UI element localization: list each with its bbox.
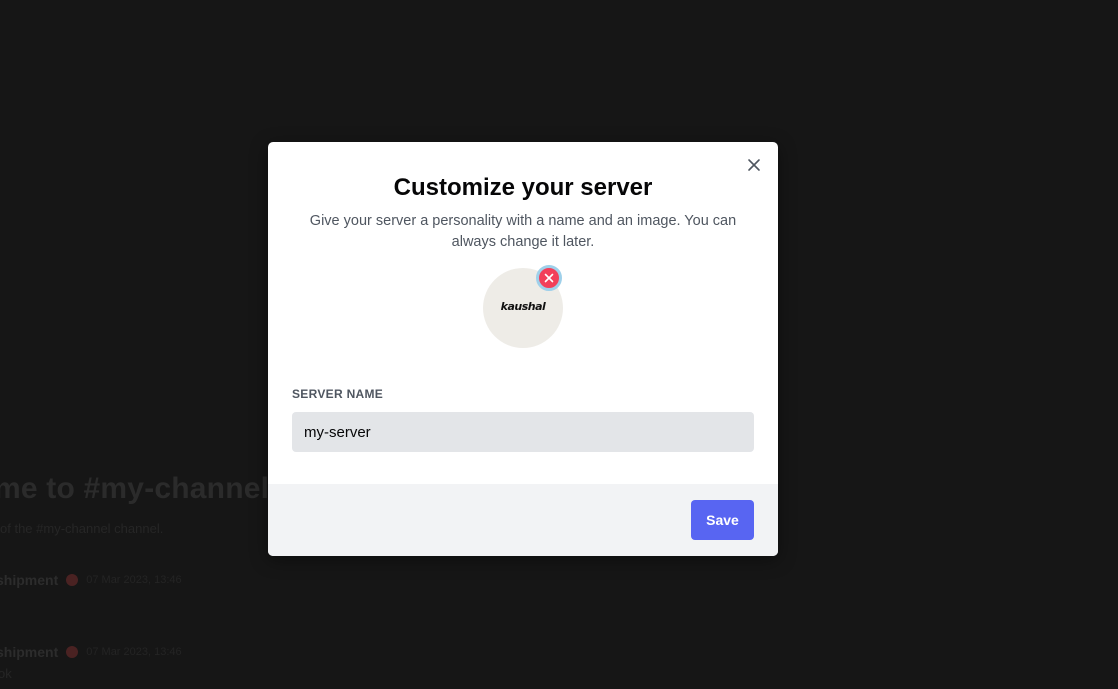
customize-server-modal: Customize your server Give your server a… <box>268 142 778 556</box>
author-badge-icon <box>66 574 79 586</box>
channel-welcome-subtitle: of the #my-channel channel. <box>0 521 164 536</box>
message-timestamp: 07 Mar 2023, 13:46 <box>86 574 182 586</box>
close-icon[interactable] <box>746 157 762 173</box>
server-image-logo: kaushal <box>500 300 546 313</box>
message-author: shipment <box>0 644 59 660</box>
server-name-input[interactable] <box>292 412 754 452</box>
save-button[interactable]: Save <box>691 500 754 540</box>
message-author: shipment <box>0 572 59 588</box>
author-badge-icon <box>66 646 79 658</box>
remove-icon <box>544 273 554 283</box>
channel-welcome-heading: me to #my-channel! <box>0 472 280 505</box>
modal-subtitle: Give your server a personality with a na… <box>309 213 737 250</box>
message-timestamp: 07 Mar 2023, 13:46 <box>86 646 182 658</box>
message-text: ok <box>0 666 12 681</box>
message-header: shipment 07 Mar 2023, 13:46 <box>0 644 182 660</box>
modal-title: Customize your server <box>393 174 653 201</box>
remove-image-button[interactable] <box>536 265 562 291</box>
message-header: shipment 07 Mar 2023, 13:46 <box>0 572 182 588</box>
server-name-label: SERVER NAME <box>292 387 384 401</box>
modal-footer: Save <box>268 484 778 556</box>
